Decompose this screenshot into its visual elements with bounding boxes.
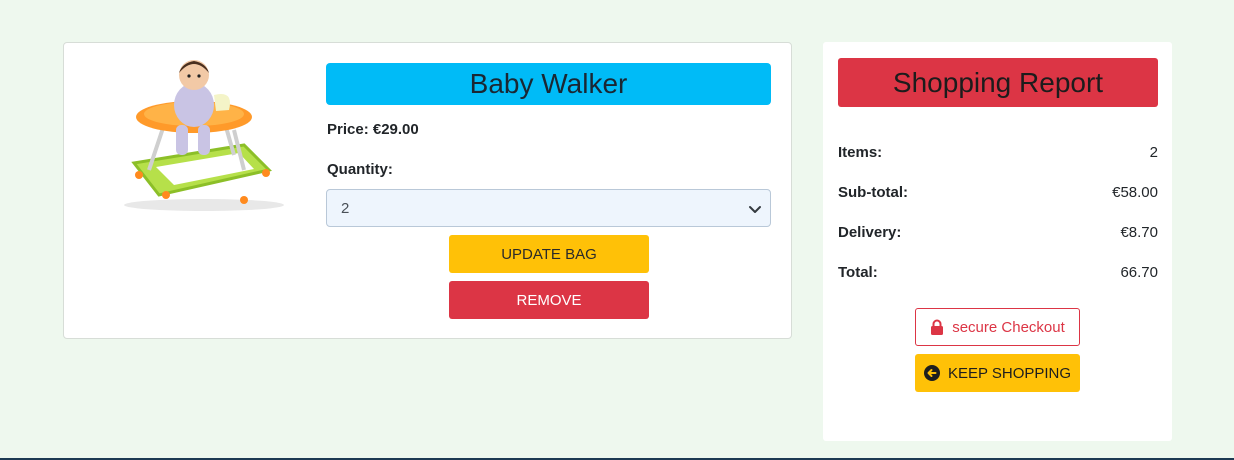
bag-item-card: Baby Walker Price: €29.00 Quantity: 2 UP… [63,42,792,339]
update-bag-button[interactable]: UPDATE BAG [449,235,649,273]
secure-checkout-button[interactable]: secure Checkout [915,308,1080,346]
total-row: Total: 66.70 [838,264,1158,281]
total-value: 66.70 [1120,264,1158,281]
report-title: Shopping Report [838,58,1158,107]
remove-button[interactable]: REMOVE [449,281,649,319]
subtotal-label: Sub-total: [838,184,908,201]
product-title: Baby Walker [326,63,771,105]
lock-icon [931,319,944,335]
delivery-row: Delivery: €8.70 [838,224,1158,241]
items-label: Items: [838,144,883,161]
delivery-value: €8.70 [1120,224,1158,241]
items-row: Items: 2 [838,144,1158,161]
quantity-select[interactable]: 2 [326,189,771,227]
quantity-select-value: 2 [341,199,350,217]
product-image [94,45,294,215]
keep-shopping-button[interactable]: KEEP SHOPPING [915,354,1080,392]
subtotal-row: Sub-total: €58.00 [838,184,1158,201]
keep-shopping-label: KEEP SHOPPING [947,364,1072,382]
delivery-label: Delivery: [838,224,902,241]
arrow-circle-left-icon [923,365,940,381]
subtotal-value: €58.00 [1112,184,1158,201]
chevron-down-icon [749,206,761,213]
items-value: 2 [1149,144,1158,161]
secure-checkout-label: secure Checkout [952,318,1065,336]
quantity-label: Quantity: [327,161,393,178]
shopping-report-card: Shopping Report Items: 2 Sub-total: €58.… [823,42,1172,441]
total-label: Total: [838,264,878,281]
product-price: Price: €29.00 [327,121,419,138]
